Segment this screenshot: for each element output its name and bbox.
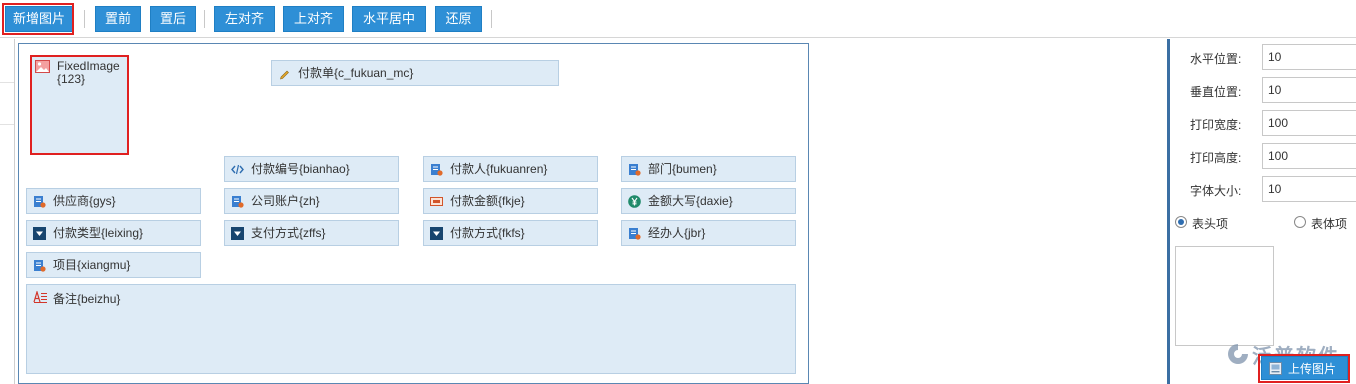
left-panel <box>0 39 15 384</box>
text-area-icon <box>33 291 47 303</box>
dropdown-icon <box>33 227 46 240</box>
field-bianhao[interactable]: 付款编号{bianhao} <box>224 156 399 182</box>
field-label: 公司账户{zh} <box>251 194 320 208</box>
toolbar-divider <box>204 10 205 28</box>
print-width-input[interactable]: 100 <box>1262 110 1356 136</box>
image-preview <box>1175 246 1274 346</box>
font-size-input[interactable]: 10 <box>1262 176 1356 202</box>
field-label: 备注{beizhu} <box>53 292 121 306</box>
field-bumen[interactable]: 部门{bumen} <box>621 156 796 182</box>
field-leixing[interactable]: 付款类型{leixing} <box>26 220 201 246</box>
font-size-label: 字体大小: <box>1190 184 1242 198</box>
field-label: 供应商{gys} <box>53 194 116 208</box>
radio-body-item[interactable] <box>1294 216 1306 228</box>
field-daxie[interactable]: 金额大写{daxie} <box>621 188 796 214</box>
field-beizhu[interactable]: 备注{beizhu} <box>26 284 796 374</box>
field-xiangmu[interactable]: 项目{xiangmu} <box>26 252 201 278</box>
field-fukuanren[interactable]: 付款人{fukuanren} <box>423 156 598 182</box>
dropdown-icon <box>430 227 443 240</box>
radio-header-label: 表头项 <box>1192 217 1229 231</box>
restore-button[interactable]: 还原 <box>435 6 482 32</box>
title-field[interactable]: 付款单{c_fukuan_mc} <box>271 60 559 86</box>
v-position-input[interactable]: 10 <box>1262 77 1356 103</box>
field-zffs[interactable]: 支付方式{zffs} <box>224 220 399 246</box>
brand-logo-icon <box>1228 344 1248 364</box>
field-fkfs[interactable]: 付款方式{fkfs} <box>423 220 598 246</box>
field-fkje[interactable]: 付款金额{fkje} <box>423 188 598 214</box>
field-label: 部门{bumen} <box>648 162 717 176</box>
v-position-label: 垂直位置: <box>1190 85 1242 99</box>
h-position-input[interactable]: 10 <box>1262 44 1356 70</box>
field-label: 付款类型{leixing} <box>53 226 144 240</box>
highlight-box <box>1258 354 1350 383</box>
highlight-box <box>2 3 74 35</box>
field-gys[interactable]: 供应商{gys} <box>26 188 201 214</box>
image-icon <box>35 60 50 73</box>
field-label: 金额大写{daxie} <box>648 194 733 208</box>
image-field-label: FixedImage{123} <box>57 59 120 86</box>
toolbar-divider <box>84 10 85 28</box>
user-doc-icon <box>629 228 641 240</box>
toolbar-divider <box>491 10 492 28</box>
pencil-icon <box>280 70 289 80</box>
field-jbr[interactable]: 经办人{jbr} <box>621 220 796 246</box>
fixed-image-field[interactable]: FixedImage{123} <box>30 55 129 155</box>
field-label: 付款单{c_fukuan_mc} <box>298 66 414 80</box>
print-width-label: 打印宽度: <box>1190 118 1242 132</box>
user-doc-icon <box>629 164 641 176</box>
print-height-input[interactable]: 100 <box>1262 143 1356 169</box>
send-back-button[interactable]: 置后 <box>150 6 196 32</box>
field-label: 付款编号{bianhao} <box>251 162 350 176</box>
field-label: 付款金额{fkje} <box>450 194 525 208</box>
properties-panel: 水平位置: 10 垂直位置: 10 打印宽度: 100 打印高度: 100 字体… <box>1167 39 1356 384</box>
divider-line <box>0 124 14 125</box>
yuan-icon <box>628 195 641 208</box>
field-label: 付款方式{fkfs} <box>450 226 525 240</box>
money-icon <box>430 197 443 206</box>
code-icon <box>231 164 244 175</box>
center-horizontal-button[interactable]: 水平居中 <box>352 6 426 32</box>
field-label: 付款人{fukuanren} <box>450 162 548 176</box>
field-label: 经办人{jbr} <box>648 226 706 240</box>
dropdown-icon <box>231 227 244 240</box>
user-doc-icon <box>232 196 244 208</box>
field-label: 支付方式{zffs} <box>251 226 326 240</box>
divider-line <box>0 82 14 83</box>
print-height-label: 打印高度: <box>1190 151 1242 165</box>
radio-body-label: 表体项 <box>1311 217 1348 231</box>
user-doc-icon <box>431 164 443 176</box>
user-doc-icon <box>34 196 46 208</box>
align-top-button[interactable]: 上对齐 <box>283 6 344 32</box>
align-left-button[interactable]: 左对齐 <box>214 6 275 32</box>
toolbar: 新增图片 置前 置后 左对齐 上对齐 水平居中 还原 <box>0 0 1356 38</box>
h-position-label: 水平位置: <box>1190 52 1242 66</box>
field-label: 项目{xiangmu} <box>53 258 131 272</box>
user-doc-icon <box>34 260 46 272</box>
radio-header-item[interactable] <box>1175 216 1187 228</box>
bring-front-button[interactable]: 置前 <box>95 6 141 32</box>
field-zh[interactable]: 公司账户{zh} <box>224 188 399 214</box>
